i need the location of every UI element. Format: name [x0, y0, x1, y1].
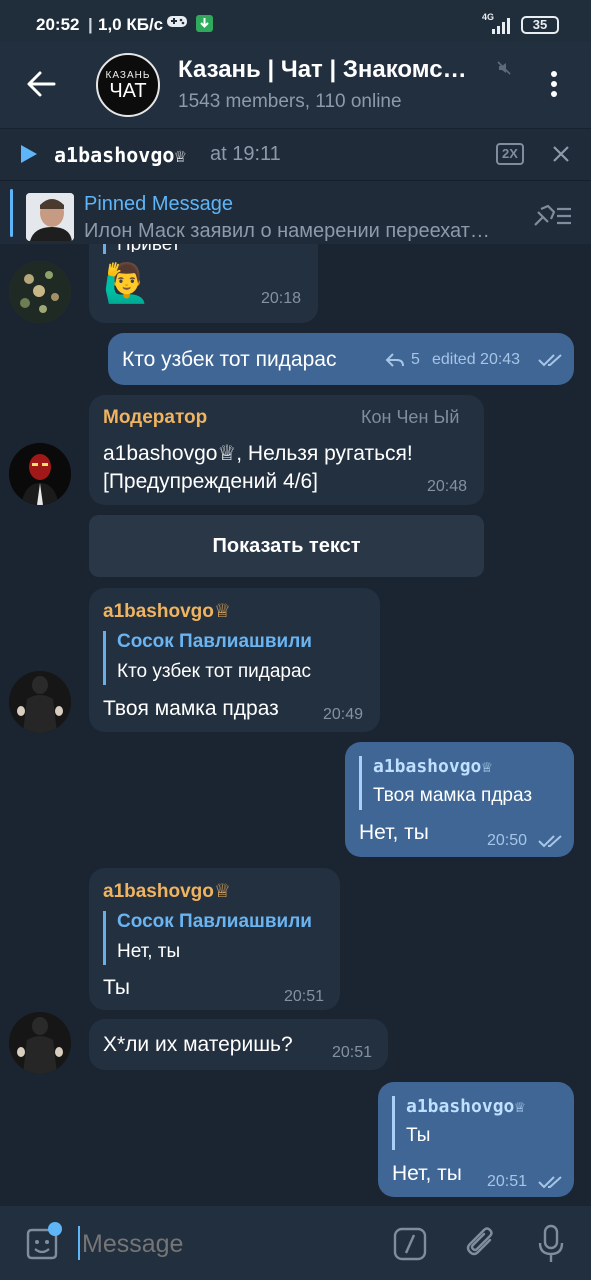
message-bubble[interactable]: a1bashovgo♕ Сосок Павлиашвили Нет, ты Ты…	[89, 868, 340, 1010]
player-time: at 19:11	[210, 143, 281, 165]
chat-header: КАЗАНЬ ЧАТ Казань | Чат | Знакомс… 1543 …	[0, 42, 591, 128]
status-bar: 20:52 | 1,0 КБ/с 4G 35	[0, 0, 591, 42]
message-bubble[interactable]: a1bashovgo♕ Ты Нет, ты 20:51	[378, 1082, 574, 1197]
message-text: Х*ли их материшь?	[103, 1033, 293, 1056]
avatar[interactable]	[9, 261, 71, 323]
status-speed: 1,0 КБ/с	[98, 15, 164, 34]
pinned-thumbnail	[26, 193, 74, 241]
pinned-message-bar[interactable]: Pinned Message Илон Маск заявил о намере…	[0, 180, 591, 244]
reply-bar	[103, 244, 106, 254]
audio-player-bar: a1bashovgo♕ at 19:11 2X	[0, 128, 591, 180]
sender-name[interactable]: a1bashovgo♕	[103, 600, 231, 623]
status-divider: |	[88, 15, 93, 34]
message-bubble[interactable]: Кто узбек тот пидарас 5 edited 20:43	[108, 333, 574, 385]
attach-icon[interactable]	[464, 1224, 500, 1264]
reply-arrow-icon	[385, 352, 405, 368]
message-input-bar	[0, 1206, 591, 1280]
reply-name: Сосок Павлиашвили	[117, 911, 312, 932]
message-time: 20:51	[332, 1044, 373, 1061]
chat-subtitle: 1543 members, 110 online	[178, 91, 402, 112]
message-text: Ты	[103, 976, 130, 999]
sender-name[interactable]: Модератор	[103, 407, 207, 429]
avatar-line2: ЧАТ	[109, 80, 147, 102]
message-bubble[interactable]: Х*ли их материшь? 20:51	[89, 1019, 388, 1070]
message-text: Нет, ты	[359, 821, 429, 844]
reply-text: Твоя мамка пдраз	[373, 785, 533, 806]
message-time: 20:18	[261, 290, 302, 307]
avatar[interactable]	[9, 671, 71, 733]
double-check-icon	[538, 353, 564, 367]
text-cursor	[78, 1226, 80, 1260]
status-time: 20:52	[36, 15, 80, 34]
message-bubble[interactable]: Модератор Кон Чен Ый a1bashovgo♕, Нельзя…	[89, 395, 484, 505]
double-check-icon	[538, 834, 564, 848]
reply-text-partial: Привет	[117, 244, 180, 252]
download-icon	[196, 15, 213, 32]
double-check-icon	[538, 1175, 564, 1189]
message-time: 20:50	[487, 832, 528, 849]
message-bubble[interactable]: Привет 🙋‍♂️ 20:18	[89, 244, 318, 323]
message-time: 20:48	[427, 478, 468, 495]
reply-text: Кто узбек тот пидарас	[117, 661, 312, 682]
message-bubble[interactable]: a1bashovgo♕ Сосок Павлиашвили Кто узбек …	[89, 588, 380, 732]
muted-icon	[496, 60, 512, 76]
battery-indicator: 35	[521, 16, 559, 34]
microphone-icon[interactable]	[537, 1223, 565, 1265]
notification-dot	[48, 1222, 62, 1236]
gamepad-icon	[166, 12, 188, 30]
emoji-raised-hand: 🙋‍♂️	[103, 263, 151, 305]
message-list[interactable]: Привет 🙋‍♂️ 20:18 Кто узбек тот пидарас …	[0, 244, 591, 1206]
avatar[interactable]	[9, 1012, 71, 1074]
back-arrow-icon[interactable]	[26, 70, 56, 98]
chat-title[interactable]: Казань | Чат | Знакомс…	[178, 56, 467, 84]
play-icon[interactable]	[20, 144, 38, 164]
message-text: Кто узбек тот пидарас	[122, 348, 337, 371]
reply-name: a1bashovgo♕	[373, 756, 493, 777]
avatar[interactable]	[9, 443, 71, 505]
reply-quote[interactable]: a1bashovgo♕ Ты	[392, 1096, 525, 1150]
message-time: 20:51	[284, 988, 325, 1005]
message-text: Нет, ты	[392, 1162, 462, 1185]
pinned-indicator	[10, 189, 13, 237]
reply-quote[interactable]: Сосок Павлиашвили Кто узбек тот пидарас	[103, 631, 312, 685]
pinned-text: Илон Маск заявил о намерении переехат…	[84, 220, 490, 242]
pin-list-icon[interactable]	[531, 203, 573, 229]
reply-quote[interactable]: Сосок Павлиашвили Нет, ты	[103, 911, 312, 965]
pinned-label: Pinned Message	[84, 193, 233, 215]
close-icon[interactable]	[551, 144, 571, 164]
group-avatar[interactable]: КАЗАНЬ ЧАТ	[96, 53, 160, 117]
message-time: edited 20:43	[432, 351, 521, 368]
reply-name: Сосок Павлиашвили	[117, 631, 312, 652]
signal-icon	[492, 16, 514, 34]
sender-name[interactable]: a1bashovgo♕	[103, 880, 231, 903]
reply-name: a1bashovgo♕	[406, 1096, 526, 1117]
message-bubble[interactable]: a1bashovgo♕ Твоя мамка пдраз Нет, ты 20:…	[345, 742, 574, 857]
message-text: Твоя мамка пдраз	[103, 697, 279, 720]
bot-commands-icon[interactable]	[392, 1226, 428, 1262]
message-input[interactable]	[82, 1226, 372, 1262]
message-time: 20:49	[323, 706, 364, 723]
reply-count[interactable]: 5	[411, 351, 420, 369]
admin-tag: Кон Чен Ый	[361, 407, 460, 427]
message-time: 20:51	[487, 1173, 528, 1190]
reply-text: Ты	[406, 1125, 431, 1146]
reply-text: Нет, ты	[117, 941, 181, 962]
playback-speed-button[interactable]: 2X	[496, 143, 524, 165]
message-line-2: [Предупреждений 4/6]	[103, 470, 318, 493]
show-text-label: Показать текст	[212, 535, 361, 557]
player-author: a1bashovgo♕	[54, 143, 187, 167]
more-options-icon[interactable]	[546, 69, 562, 99]
show-text-button[interactable]: Показать текст	[89, 515, 484, 577]
message-line-1: a1bashovgo♕, Нельзя ругаться!	[103, 442, 413, 465]
reply-quote[interactable]: a1bashovgo♕ Твоя мамка пдраз	[359, 756, 532, 810]
